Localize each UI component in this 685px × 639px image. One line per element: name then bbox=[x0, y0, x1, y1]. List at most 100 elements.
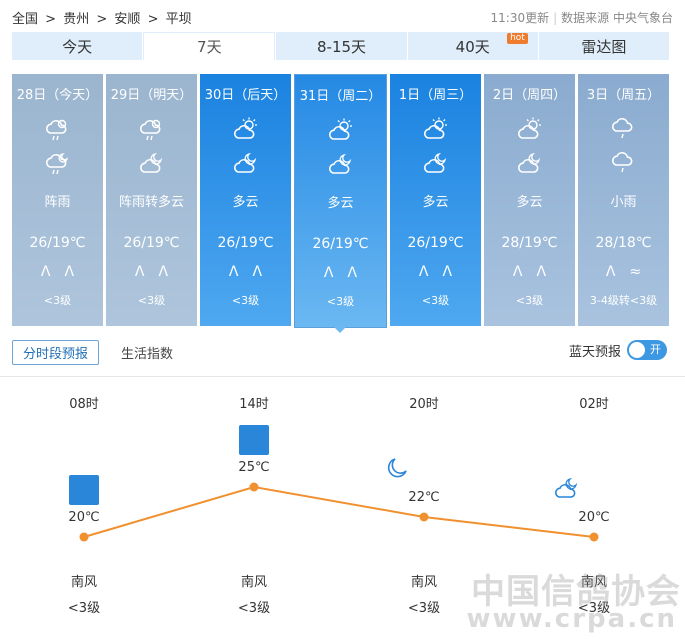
day-date: 1日（周三） bbox=[398, 88, 473, 103]
day-date: 2日（周四） bbox=[492, 88, 567, 103]
day-card[interactable]: 28日（今天） 阵雨 26/19℃ ᐱ ᐱ <3级 bbox=[12, 74, 103, 326]
tab-today[interactable]: 今天 bbox=[12, 32, 143, 60]
hour-temp: 22℃ bbox=[408, 490, 440, 505]
partly-cloudy-icon bbox=[44, 475, 124, 509]
day-weather-desc: 小雨 bbox=[610, 195, 637, 210]
cloudy-night-icon bbox=[233, 150, 259, 176]
wind-arrow-icon: ᐱ bbox=[536, 264, 547, 280]
hour-temp: 25℃ bbox=[238, 460, 270, 475]
wind-direction: ᐱᐱ bbox=[12, 264, 103, 280]
day-temp: 26/19℃ bbox=[312, 236, 369, 252]
toggle-label: 开 bbox=[650, 343, 661, 356]
day-card[interactable]: 1日（周三） 多云 26/19℃ ᐱ ᐱ <3级 bbox=[390, 74, 481, 326]
day-card[interactable]: 30日（后天） 多云 26/19℃ ᐱ ᐱ <3级 bbox=[200, 74, 291, 326]
partly-cloudy-icon bbox=[423, 116, 449, 142]
day-date: 28日（今天） bbox=[16, 88, 99, 103]
selected-day-pointer bbox=[333, 326, 347, 333]
light-rain-icon bbox=[611, 116, 637, 142]
day-card[interactable]: 31日（周二） 多云 26/19℃ ᐱ ᐱ <3级 bbox=[294, 74, 387, 328]
detail-tabs: 分时段预报 生活指数 bbox=[12, 340, 173, 365]
day-temp: 26/19℃ bbox=[407, 235, 464, 251]
partly-cloudy-icon bbox=[214, 425, 294, 459]
bluesky-toggle[interactable]: 开 bbox=[627, 340, 667, 360]
day-card[interactable]: 29日（明天） 阵雨转多云 26/19℃ ᐱ ᐱ <3级 bbox=[106, 74, 197, 326]
day-temp: 26/19℃ bbox=[217, 235, 274, 251]
wind-direction: ᐱᐱ bbox=[295, 265, 386, 281]
light-rain-icon bbox=[611, 150, 637, 176]
day-date: 29日（明天） bbox=[110, 88, 193, 103]
bluesky-label: 蓝天预报 bbox=[568, 344, 621, 360]
day-wind-level: <3级 bbox=[421, 294, 450, 307]
breadcrumb-sep: > bbox=[45, 12, 57, 27]
tab-40days[interactable]: 40天 hot bbox=[407, 32, 538, 60]
tab-7days[interactable]: 7天 bbox=[143, 32, 276, 60]
moon-icon bbox=[384, 455, 464, 489]
day-wind-level: <3级 bbox=[43, 294, 72, 307]
day-wind-level: 3-4级转<3级 bbox=[589, 294, 658, 307]
wind-arrow-icon: ᐱ bbox=[158, 264, 169, 280]
partly-cloudy-icon bbox=[328, 117, 354, 143]
day-weather-desc: 多云 bbox=[516, 195, 543, 210]
breadcrumb: 全国 > 贵州 > 安顺 > 平坝 bbox=[12, 8, 195, 27]
wind-arrow-icon: ᐱ bbox=[252, 264, 263, 280]
wind-arrow-icon: ᐱ bbox=[418, 264, 429, 280]
wind-arrow-icon: ᐱ bbox=[40, 264, 51, 280]
day-weather-desc: 阵雨转多云 bbox=[118, 195, 184, 210]
hour-wind-level: <3级 bbox=[407, 601, 441, 616]
wind-direction: ᐱᐱ bbox=[484, 264, 575, 280]
day-weather-desc: 阵雨 bbox=[44, 195, 71, 210]
tab-hourly-forecast[interactable]: 分时段预报 bbox=[12, 340, 100, 365]
breadcrumb-anshun[interactable]: 安顺 bbox=[114, 12, 140, 27]
day-card[interactable]: 3日（周五） 小雨 28/18℃ ᐱ ≈3-4级转<3级 bbox=[578, 74, 669, 326]
update-time: 11:30更新 bbox=[490, 11, 550, 25]
wind-arrow-icon: ᐱ bbox=[228, 264, 239, 280]
partly-cloudy-icon bbox=[517, 116, 543, 142]
data-source: 数据来源 中央气象台 bbox=[561, 11, 673, 25]
shower-night-icon bbox=[45, 150, 71, 176]
day-wind-level: <3级 bbox=[326, 295, 355, 308]
breadcrumb-national[interactable]: 全国 bbox=[12, 12, 38, 27]
hot-badge: hot bbox=[507, 33, 528, 44]
day-weather-desc: 多云 bbox=[327, 196, 354, 211]
day-temp: 26/19℃ bbox=[123, 235, 180, 251]
wind-direction: ᐱᐱ bbox=[390, 264, 481, 280]
temp-point bbox=[79, 532, 89, 542]
wind-arrow-icon: ᐱ bbox=[605, 264, 616, 280]
wind-direction: ᐱᐱ bbox=[200, 264, 291, 280]
day-date: 31日（周二） bbox=[299, 89, 382, 104]
shower-icon bbox=[139, 116, 165, 142]
day-temp: 28/18℃ bbox=[595, 235, 652, 251]
partly-cloudy-icon bbox=[233, 116, 259, 142]
hour-temp: 20℃ bbox=[578, 510, 610, 525]
hour-temp: 20℃ bbox=[68, 510, 100, 525]
day-weather-desc: 多云 bbox=[422, 195, 449, 210]
breadcrumb-pingba: 平坝 bbox=[165, 12, 192, 27]
hour-label: 08时 bbox=[69, 397, 99, 412]
tab-40days-label: 40天 bbox=[455, 37, 490, 56]
day-wind-level: <3级 bbox=[231, 294, 260, 307]
day-wind-level: <3级 bbox=[515, 294, 544, 307]
wind-arrow-icon: ᐱ bbox=[442, 264, 453, 280]
breadcrumb-sep: > bbox=[96, 12, 108, 27]
hour-wind-dir: 南风 bbox=[410, 575, 437, 590]
temp-point bbox=[589, 532, 599, 542]
day-temp: 28/19℃ bbox=[501, 235, 558, 251]
hour-wind-level: <3级 bbox=[237, 601, 271, 616]
tab-life-index[interactable]: 生活指数 bbox=[121, 343, 173, 362]
wind-arrow-icon: ≈ bbox=[629, 264, 642, 280]
hour-label: 14时 bbox=[239, 397, 269, 412]
cloudy-night-icon bbox=[517, 150, 543, 176]
wind-arrow-icon: ᐱ bbox=[64, 264, 75, 280]
cloudy-night-icon bbox=[423, 150, 449, 176]
day-card[interactable]: 2日（周四） 多云 28/19℃ ᐱ ᐱ <3级 bbox=[484, 74, 575, 326]
shower-icon bbox=[45, 116, 71, 142]
update-meta: 11:30更新 | 数据来源 中央气象台 bbox=[490, 11, 673, 25]
watermark-url: www.crpa.cn bbox=[466, 604, 677, 634]
tab-radar[interactable]: 雷达图 bbox=[538, 32, 670, 60]
breadcrumb-guizhou[interactable]: 贵州 bbox=[63, 12, 89, 27]
tab-8-15days[interactable]: 8-15天 bbox=[276, 32, 407, 60]
hour-label: 02时 bbox=[579, 397, 609, 412]
toggle-knob bbox=[629, 342, 645, 358]
wind-direction: ᐱᐱ bbox=[106, 264, 197, 280]
temp-point bbox=[249, 482, 259, 492]
